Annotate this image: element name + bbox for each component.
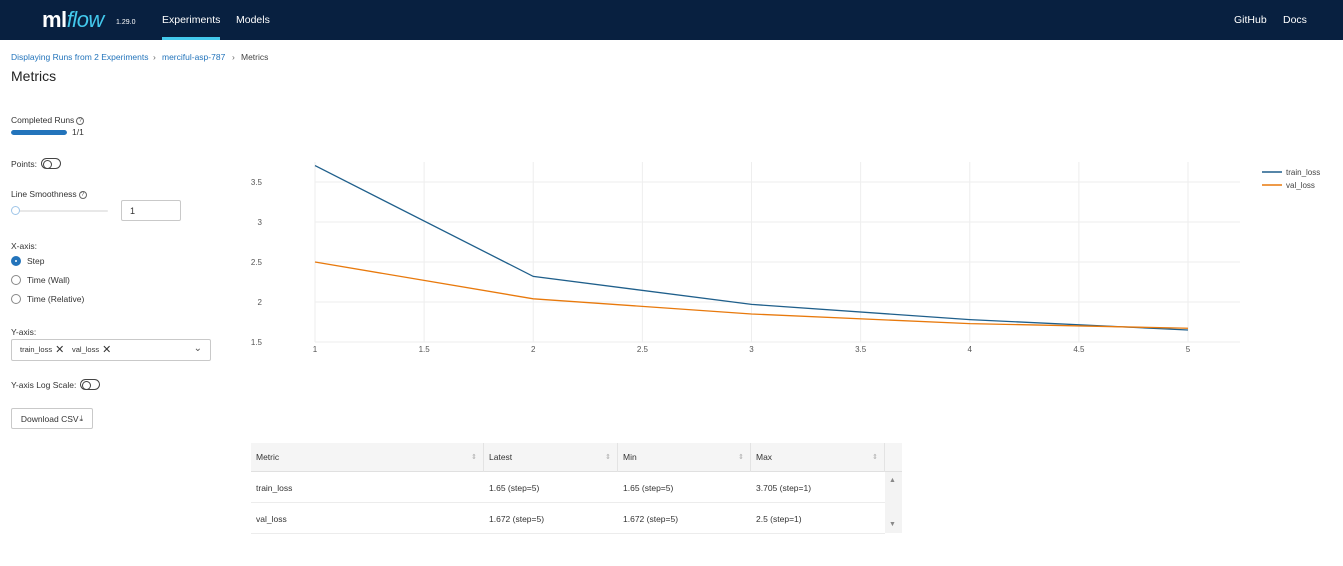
metric-name-cell: val_loss [256,514,287,524]
metric-name-cell: train_loss [256,483,293,493]
legend-label: val_loss [1286,181,1315,190]
radio-icon[interactable] [11,275,21,285]
min-cell: 1.65 (step=5) [623,483,674,493]
x-tick-label: 3.5 [855,345,867,354]
max-cell: 2.5 (step=1) [756,514,802,524]
sort-icon[interactable]: ⇕ [738,443,744,472]
page-title: Metrics [11,68,57,84]
points-toggle[interactable] [41,158,61,169]
smoothness-slider-handle[interactable] [11,206,20,215]
xaxis-option-time-relative[interactable]: Time (Relative) [11,294,84,304]
radio-icon[interactable] [11,294,21,304]
metrics-line-chart[interactable]: 1 1.5 2 2.5 3 3.5 4 4.5 5 1.5 2 2.5 3 3.5 train_lossva… [240,150,1343,370]
breadcrumb-runs[interactable]: Displaying Runs from 2 Experiments [11,52,148,62]
points-label: Points: [11,159,37,169]
chevron-down-icon[interactable]: ⌄ [194,343,202,354]
remove-tag-icon[interactable]: ✕ [102,344,111,355]
y-tick-label: 2.5 [251,258,263,267]
download-icon: ⤓ [79,413,84,423]
smoothness-input[interactable] [121,200,181,221]
line-smoothness-label: Line Smoothness? [11,189,87,199]
yaxis-metric-select[interactable]: train_loss ✕ val_loss ✕ ⌄ [11,339,211,361]
download-csv-button[interactable]: Download CSV ⤓ [11,408,93,429]
min-cell: 1.672 (step=5) [623,514,679,524]
table-header: Metric ⇕ Latest ⇕ Min ⇕ Max ⇕ [251,443,902,472]
version-label: 1.29.0 [116,19,136,26]
sort-icon[interactable]: ⇕ [872,443,878,472]
yaxis-tag: val_loss ✕ [72,343,112,356]
x-tick-label: 1.5 [419,345,431,354]
table-row: val_loss 1.672 (step=5) 1.672 (step=5) 2… [251,504,885,534]
xaxis-label: X-axis: [11,241,37,251]
nav-experiments[interactable]: Experiments [162,14,220,26]
y-tick-label: 2 [258,298,263,307]
x-tick-label: 5 [1186,345,1191,354]
x-tick-label: 4.5 [1073,345,1085,354]
github-link[interactable]: GitHub [1234,14,1267,26]
breadcrumb-experiment[interactable]: merciful-asp-787 [162,52,225,62]
breadcrumb-current: Metrics [241,52,269,62]
y-tick-label: 3 [258,218,263,227]
latest-cell: 1.672 (step=5) [489,514,545,524]
legend-label: train_loss [1286,168,1320,177]
help-icon[interactable]: ? [76,117,85,125]
remove-tag-icon[interactable]: ✕ [55,344,64,355]
docs-link[interactable]: Docs [1283,14,1307,26]
xaxis-option-step[interactable]: Step [11,256,45,266]
x-tick-label: 4 [968,345,973,354]
x-tick-label: 2 [531,345,536,354]
table-scrollbar[interactable]: ▲ ▼ [885,472,902,533]
x-tick-label: 3 [749,345,754,354]
x-tick-label: 1 [313,345,318,354]
y-tick-label: 1.5 [251,338,263,347]
nav-models[interactable]: Models [236,14,270,26]
sort-icon[interactable]: ⇕ [471,443,477,472]
completed-runs-label: Completed Runs? [11,115,85,125]
breadcrumb-separator: › [153,52,156,62]
xaxis-option-time-wall[interactable]: Time (Wall) [11,275,70,285]
completed-runs-progress [11,130,67,135]
scroll-down-icon[interactable]: ▼ [889,521,896,528]
breadcrumb-separator: › [232,52,235,62]
table-row: train_loss 1.65 (step=5) 1.65 (step=5) 3… [251,473,885,503]
x-tick-label: 2.5 [637,345,649,354]
column-header-min[interactable]: Min ⇕ [618,443,751,472]
column-header-metric[interactable]: Metric ⇕ [251,443,484,472]
yaxis-log-toggle[interactable] [80,379,100,390]
smoothness-slider-track[interactable] [14,210,108,212]
scroll-up-icon[interactable]: ▲ [889,477,896,484]
max-cell: 3.705 (step=1) [756,483,812,493]
yaxis-tag: train_loss ✕ [20,343,65,356]
column-header-max[interactable]: Max ⇕ [751,443,885,472]
yaxis-label: Y-axis: [11,327,37,337]
progress-fill [11,130,67,135]
top-navbar: mlflow 1.29.0 Experiments Models GitHub … [0,0,1343,40]
yaxis-log-label: Y-axis Log Scale: [11,380,77,390]
help-icon[interactable]: ? [78,191,87,199]
sort-icon[interactable]: ⇕ [605,443,611,472]
y-tick-label: 3.5 [251,178,263,187]
latest-cell: 1.65 (step=5) [489,483,540,493]
completed-runs-count: 1/1 [72,127,84,137]
active-nav-indicator [162,37,220,40]
radio-selected-icon[interactable] [11,256,21,266]
column-header-latest[interactable]: Latest ⇕ [484,443,618,472]
mlflow-logo[interactable]: mlflow [42,7,104,33]
